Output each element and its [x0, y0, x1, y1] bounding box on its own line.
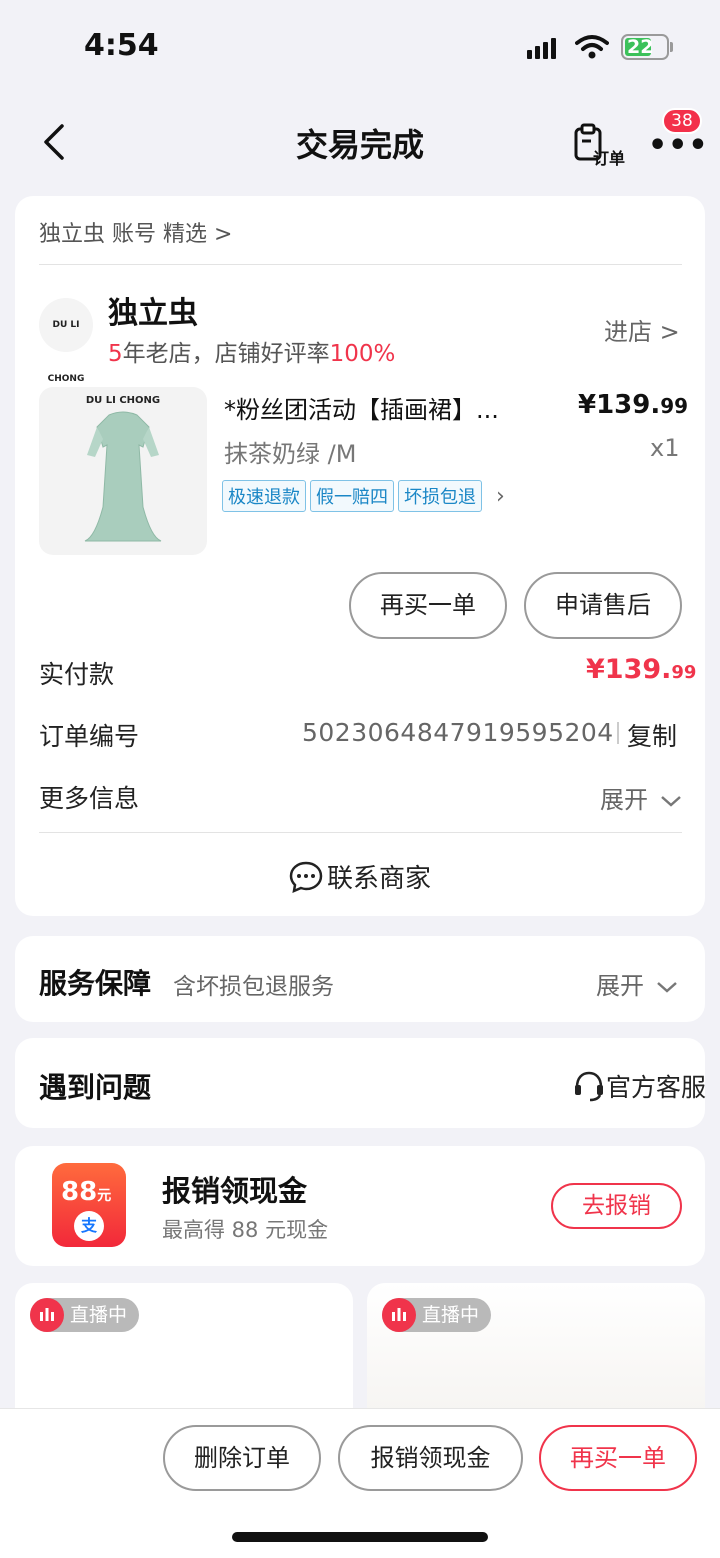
shop-years: 5	[108, 341, 123, 367]
cashback-title: 报销领现金	[162, 1174, 308, 1208]
cashback-sub: 最高得 88 元现金	[162, 1218, 329, 1242]
order-list-button[interactable]: 订单	[573, 123, 631, 169]
official-service-button[interactable]: 官方客服	[572, 1068, 706, 1104]
shop-name[interactable]: 独立虫	[108, 288, 198, 332]
dress-image	[84, 411, 162, 542]
paid-amount: ¥139.99	[586, 654, 697, 685]
alipay-icon: 支	[74, 1211, 104, 1241]
product-price: ¥139.99	[578, 390, 689, 420]
go-reimburse-button[interactable]: 去报销	[551, 1183, 682, 1229]
service-tags[interactable]: 极速退款 假一赔四 坏损包退 ›	[222, 480, 505, 512]
order-number: 5023064847919595204	[302, 718, 614, 747]
enter-shop-link[interactable]: 进店 >	[604, 312, 680, 347]
product-brand: DU LI CHONG	[85, 395, 161, 406]
signal-icon	[527, 38, 556, 59]
copy-button[interactable]: 复制	[627, 717, 677, 753]
battery-icon: 22	[621, 34, 669, 60]
order-label: 订单	[593, 149, 626, 168]
shop-logo[interactable]: DU LI CHONG	[39, 298, 93, 384]
divider	[39, 832, 682, 833]
shop-sub-text: 年老店，店铺好评率	[122, 341, 330, 367]
status-time: 4:54	[84, 28, 159, 63]
chat-bubble-icon	[289, 861, 323, 894]
buy-again-button[interactable]: 再买一单	[349, 572, 507, 639]
separator	[617, 722, 619, 744]
chevron-down-icon	[656, 982, 677, 993]
expand-service[interactable]: 展开	[596, 966, 678, 1001]
after-sale-button[interactable]: 申请售后	[524, 572, 682, 639]
product-thumbnail[interactable]: DU LI CHONG	[39, 387, 207, 555]
live-icon	[30, 1298, 64, 1332]
chevron-down-icon	[660, 796, 681, 807]
tag-fast-refund: 极速退款	[222, 480, 306, 512]
contact-seller-button[interactable]: 联系商家	[0, 858, 720, 895]
paid-label: 实付款	[39, 660, 115, 689]
chevron-right-icon: ›	[496, 483, 505, 509]
delete-order-button[interactable]: 删除订单	[163, 1425, 321, 1491]
live-badge: 直播中	[382, 1298, 492, 1332]
product-variant: 抹茶奶绿 /M	[224, 440, 357, 468]
buy-again-bottom-button[interactable]: 再买一单	[539, 1425, 697, 1491]
shop-rating: 100%	[329, 341, 396, 367]
more-info-label: 更多信息	[39, 784, 140, 813]
battery-nub	[670, 42, 673, 52]
battery-level: 22	[627, 36, 654, 58]
red-envelope-icon: 88元 支	[52, 1163, 126, 1247]
shop-rating-line: 5年老店，店铺好评率100%	[108, 334, 395, 368]
wifi-icon	[575, 35, 609, 59]
order-number-label: 订单编号	[39, 722, 140, 751]
tag-fake-compensation: 假一赔四	[310, 480, 394, 512]
reimburse-cash-button[interactable]: 报销领现金	[338, 1425, 523, 1491]
live-icon	[382, 1298, 416, 1332]
service-guarantee-title: 服务保障	[39, 967, 152, 1000]
expand-more-info[interactable]: 展开	[600, 780, 682, 815]
live-badge: 直播中	[30, 1298, 140, 1332]
divider	[39, 264, 682, 265]
product-title[interactable]: *粉丝团活动【插画裙】...	[224, 390, 544, 425]
headset-icon	[575, 1071, 603, 1102]
home-indicator[interactable]	[232, 1532, 488, 1542]
product-quantity: x1	[650, 434, 680, 462]
tag-damage-return: 坏损包退	[398, 480, 482, 512]
shop-breadcrumb[interactable]: 独立虫 账号 精选 >	[39, 216, 232, 248]
problem-title: 遇到问题	[39, 1071, 152, 1104]
service-guarantee-sub: 含坏损包退服务	[173, 974, 334, 1000]
notification-badge: 38	[662, 108, 702, 134]
